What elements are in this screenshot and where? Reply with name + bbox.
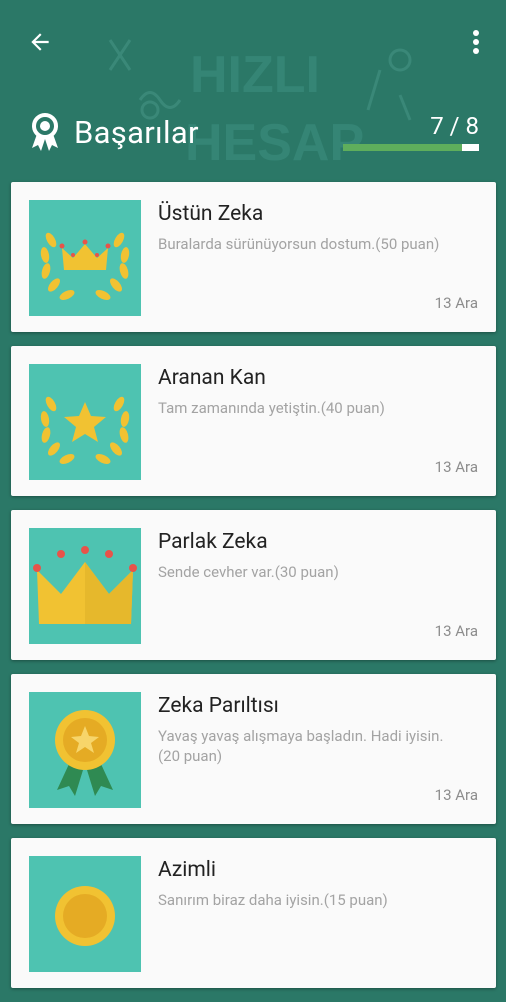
achievement-name: Parlak Zeka [158, 530, 268, 554]
arrow-back-icon [31, 33, 49, 51]
star-wreath-icon [29, 364, 141, 480]
achievement-card[interactable]: Azimli Sanırım biraz daha iyisin.(15 pua… [11, 838, 496, 988]
more-vert-icon [473, 30, 479, 54]
achievement-card[interactable]: Parlak Zeka Sende cevher var.(30 puan) 1… [11, 510, 496, 660]
gold-medal-icon [29, 856, 141, 972]
back-button[interactable] [22, 24, 58, 60]
crown-icon [29, 528, 141, 644]
achievement-card[interactable]: Üstün Zeka Buralarda sürünüyorsun dostum… [11, 182, 496, 332]
achievement-card[interactable]: Zeka Parıltısı Yavaş yavaş alışmaya başl… [11, 674, 496, 824]
achievement-list: Üstün Zeka Buralarda sürünüyorsun dostum… [11, 182, 496, 1002]
app-bar [0, 0, 506, 80]
achievement-card[interactable]: Aranan Kan Tam zamanında yetiştin.(40 pu… [11, 346, 496, 496]
progress-bar [343, 144, 479, 151]
achievement-description: Tam zamanında yetiştin.(40 puan) [158, 399, 385, 417]
page-title: Başarılar [74, 113, 199, 151]
page-header: Başarılar [28, 112, 199, 152]
achievement-description: Buralarda sürünüyorsun dostum.(50 puan) [158, 235, 440, 253]
achievement-date: 13 Ara [434, 294, 478, 312]
achievement-name: Üstün Zeka [158, 202, 264, 226]
progress-bar-fill [343, 144, 462, 151]
medal-ribbon-icon [29, 692, 141, 808]
achievement-description: Yavaş yavaş alışmaya başladın. Hadi iyis… [158, 727, 444, 765]
achievement-date: 13 Ara [434, 786, 478, 804]
achievement-description: Sanırım biraz daha iyisin.(15 puan) [158, 891, 388, 909]
achievement-name: Aranan Kan [158, 366, 266, 390]
achievement-date: 13 Ara [434, 622, 478, 640]
achievement-date: 13 Ara [434, 458, 478, 476]
watermark-hesap: HESAP [185, 114, 364, 172]
achievement-progress: 7 / 8 [343, 112, 479, 151]
achievement-medal-icon [32, 113, 58, 151]
crown-wreath-icon [29, 200, 141, 316]
progress-count: 7 / 8 [430, 112, 479, 140]
achievement-description: Sende cevher var.(30 puan) [158, 563, 339, 581]
achievement-name: Azimli [158, 858, 216, 882]
overflow-menu-button[interactable] [464, 24, 488, 60]
achievement-name: Zeka Parıltısı [158, 694, 279, 718]
